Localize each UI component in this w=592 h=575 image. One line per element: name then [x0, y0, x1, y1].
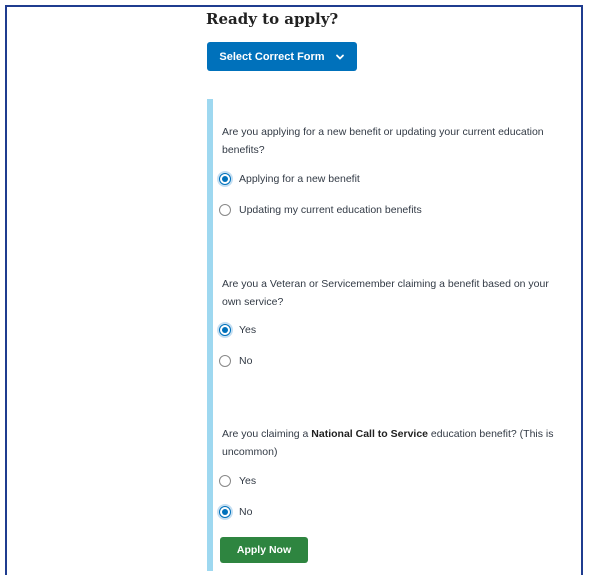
option-own-service-no[interactable]: No — [219, 355, 252, 367]
radio-selected-icon[interactable] — [219, 506, 231, 518]
select-form-label: Select Correct Form — [219, 50, 325, 63]
option-label: Yes — [239, 475, 257, 487]
option-label: No — [239, 355, 253, 367]
question-new-or-update: Are you applying for a new benefit or up… — [222, 126, 544, 156]
option-ncs-yes[interactable]: Yes — [219, 475, 256, 487]
select-correct-form-button[interactable]: Select Correct Form — [207, 42, 357, 71]
option-label: Yes — [239, 324, 257, 336]
radio-empty-icon[interactable] — [219, 204, 231, 216]
apply-now-button[interactable]: Apply Now — [220, 537, 308, 563]
question-text-bold: National Call to Service — [311, 428, 429, 440]
chevron-down-icon — [335, 52, 345, 62]
radio-selected-icon[interactable] — [219, 324, 231, 336]
option-label: No — [239, 506, 253, 518]
eligibility-questions-panel — [207, 99, 572, 571]
question-text-before: Are you claiming a — [222, 428, 312, 440]
option-own-service-yes[interactable]: Yes — [219, 324, 256, 336]
option-label: Applying for a new benefit — [239, 173, 360, 185]
radio-empty-icon[interactable] — [219, 475, 231, 487]
radio-empty-icon[interactable] — [219, 355, 231, 367]
option-updating-benefits[interactable]: Updating my current education benefits — [219, 204, 422, 216]
question-national-call-to-service: Are you claiming a National Call to Serv… — [222, 425, 567, 461]
option-applying-new-benefit[interactable]: Applying for a new benefit — [219, 173, 360, 185]
option-ncs-no[interactable]: No — [219, 506, 252, 518]
question-own-service: Are you a Veteran or Servicemember claim… — [222, 278, 549, 308]
radio-selected-icon[interactable] — [219, 173, 231, 185]
page-title: Ready to apply? — [206, 10, 339, 28]
option-label: Updating my current education benefits — [239, 204, 422, 216]
